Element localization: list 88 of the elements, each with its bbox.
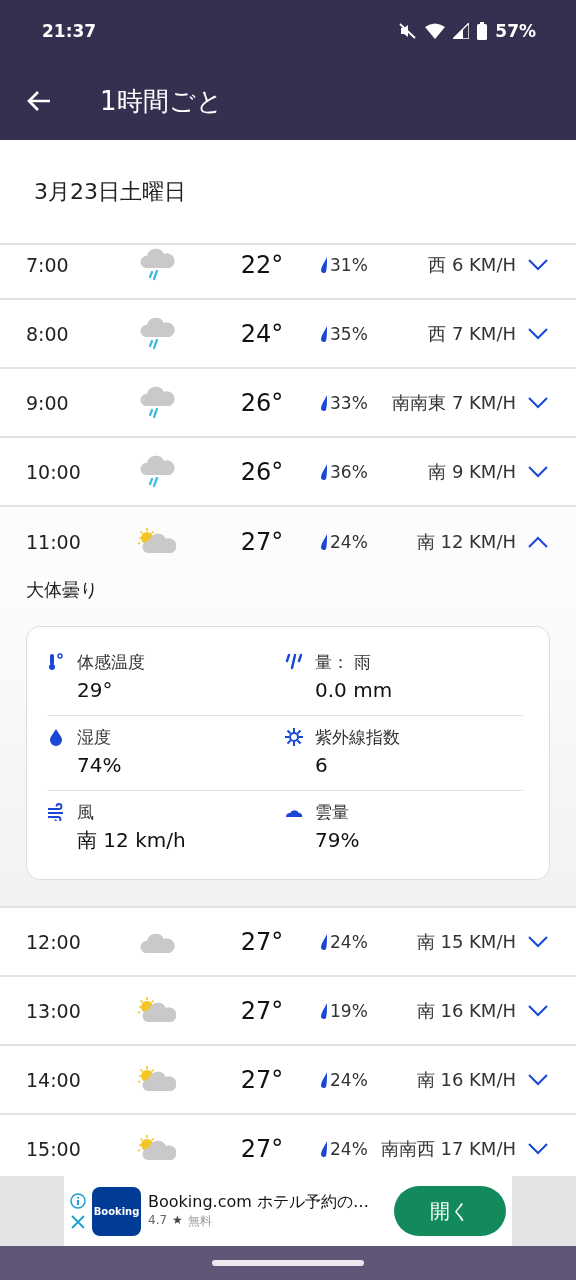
app-logo: Booking [92,1186,141,1236]
detail-value: 0.0 mm [315,677,394,704]
detail-label: 雲量 [315,801,350,824]
hour-time: 8:00 [26,322,70,345]
wind-speed: 南 16 KM/H [415,998,516,1023]
hour-time: 10:00 [26,460,82,483]
detail-label: 風 [77,801,95,824]
raindrop-icon [320,255,328,274]
temperature: 26° [239,388,285,417]
detail-value: 南 12 km/h [77,827,187,854]
temperature: 27° [239,527,285,556]
hour-time: 14:00 [26,1068,82,1091]
open-button[interactable]: 開く [394,1186,506,1236]
wind-speed: 南 9 KM/H [427,459,516,484]
hour-time: 12:00 [26,930,82,953]
detail-value: 74% [77,752,123,779]
hour-time: 9:00 [26,391,70,414]
temperature: 22° [239,250,285,279]
thermometer-icon [47,653,65,671]
chevron-up-icon [528,535,548,548]
back-button[interactable] [26,90,52,112]
wind-speed: 南南西 17 KM/H [379,1136,516,1161]
precipitation-chance: 24% [330,1138,368,1159]
detail-value: 79% [315,827,361,854]
detail-label: 紫外線指数 [315,726,401,749]
chevron-down-icon [528,396,548,409]
precipitation-chance: 24% [330,1069,368,1090]
raindrop-icon [320,393,328,412]
temperature: 27° [239,996,285,1025]
precipitation-chance: 33% [330,392,368,413]
close-icon[interactable] [71,1215,85,1229]
app-rating: 4.7 [148,1213,168,1229]
chevron-down-icon [528,258,548,271]
hour-time: 13:00 [26,999,82,1022]
water-drop-icon [47,728,65,746]
sun-icon [285,728,303,746]
raindrop-icon [320,462,328,481]
temperature: 27° [239,927,285,956]
hour-time: 11:00 [26,530,82,553]
chevron-down-icon [528,1073,548,1086]
wind-speed: 西 6 KM/H [427,252,516,277]
wifi-icon [425,23,446,39]
precipitation-chance: 19% [330,1000,368,1021]
raindrop-icon [320,324,328,343]
precipitation-chance: 36% [330,461,368,482]
temperature: 27° [239,1134,285,1163]
wind-speed: 西 7 KM/H [427,321,516,346]
detail-label: 湿度 [77,726,112,749]
chevron-down-icon [528,1004,548,1017]
raindrop-icon [320,532,328,551]
screen-title: 1時間ごと [100,84,223,118]
battery-icon [477,22,488,40]
chevron-down-icon [528,935,548,948]
chevron-down-icon [528,1142,548,1155]
wind-speed: 南 15 KM/H [415,929,516,954]
chevron-down-icon [528,465,548,478]
wind-speed: 南南東 7 KM/H [391,390,516,415]
muted-icon [399,23,418,39]
battery-level: 57% [495,21,536,41]
signal-icon [453,23,470,39]
star-glyph: ★ [172,1213,183,1229]
rain-streaks-icon [285,653,303,671]
precipitation-chance: 31% [330,254,368,275]
status-time: 21:37 [42,21,97,41]
wind-speed: 南 16 KM/H [415,1067,516,1092]
app-price: 無料 [187,1213,212,1230]
temperature: 24° [239,319,285,348]
raindrop-icon [320,1070,328,1089]
wind-icon [47,803,65,821]
precipitation-chance: 35% [330,323,368,344]
info-icon[interactable] [70,1193,86,1209]
temperature: 27° [239,1065,285,1094]
detail-label: 体感温度 [77,651,146,674]
raindrop-icon [320,932,328,951]
temperature: 26° [239,457,285,486]
detail-value: 6 [315,752,329,779]
hour-time: 7:00 [26,253,70,276]
detail-value: 29° [77,677,114,704]
raindrop-icon [320,1139,328,1158]
precipitation-chance: 24% [330,931,368,952]
chevron-down-icon [528,327,548,340]
precipitation-chance: 24% [330,531,368,552]
detail-label: 量： 雨 [315,651,373,674]
raindrop-icon [320,1001,328,1020]
ad-title: Booking.com ホテル予約の… [148,1192,370,1213]
hour-time: 15:00 [26,1137,82,1160]
condition-summary: 大体曇り [26,578,99,602]
wind-speed: 南 12 KM/H [415,529,516,554]
